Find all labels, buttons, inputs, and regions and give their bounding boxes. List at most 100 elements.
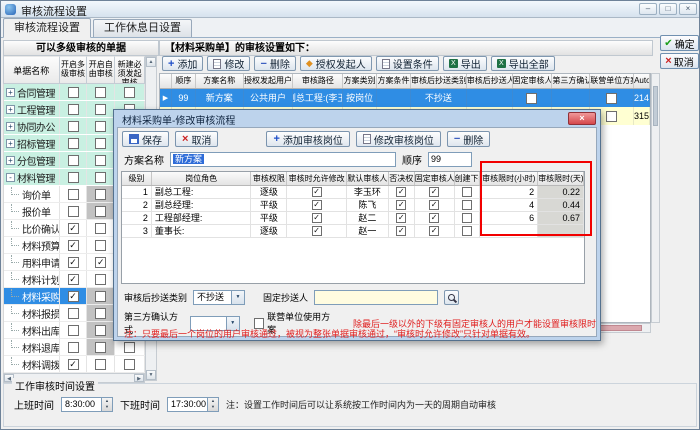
checkbox-icon[interactable] [462,226,472,236]
checkbox-icon[interactable] [124,87,135,98]
maximize-icon[interactable] [659,3,677,15]
checkbox-icon[interactable] [95,342,106,353]
checkbox-checked-icon[interactable]: ✓ [312,200,322,210]
checkbox-icon[interactable] [68,189,79,200]
expand-icon[interactable]: + [6,88,15,97]
scheme-name-input[interactable]: 新方案 [170,152,396,167]
save-button[interactable]: 保存 [122,131,169,147]
expand-icon[interactable]: + [6,105,15,114]
ok-button[interactable]: 确定 [660,35,699,51]
toolbar-edit-button[interactable]: 修改 [207,56,250,71]
toolbar-excel-button[interactable]: 导出全部 [491,56,555,71]
checkbox-icon[interactable] [95,223,106,234]
tree-row[interactable]: 材料调拨单✓ [4,356,145,373]
minimize-icon[interactable] [639,3,657,15]
toolbar-minus-button[interactable]: 删除 [254,56,295,71]
checkbox-icon[interactable] [68,87,79,98]
dialog-cancel-button[interactable]: 取消 [175,131,218,147]
checkbox-icon[interactable] [68,206,79,217]
checkbox-checked-icon[interactable]: ✓ [95,257,106,268]
checkbox-icon[interactable] [68,121,79,132]
checkbox-icon[interactable] [68,325,79,336]
checkbox-icon[interactable] [462,213,472,223]
checkbox-icon[interactable] [95,172,106,183]
checkbox-checked-icon[interactable]: ✓ [429,187,439,197]
table-row[interactable]: ▶99新方案公共用户副总工程:(李玉:按岗位不抄送214 [160,89,650,107]
toolbar-plus-button[interactable]: 添加 [162,56,203,71]
checkbox-checked-icon[interactable]: ✓ [68,359,79,370]
expand-icon[interactable]: + [6,156,15,165]
checkbox-checked-icon[interactable]: ✓ [68,291,79,302]
scroll-up-icon[interactable] [146,57,156,67]
expand-icon[interactable]: + [6,122,15,131]
checkbox-icon[interactable] [462,200,472,210]
tree-row[interactable]: +合同管理 [4,84,145,101]
checkbox-checked-icon[interactable]: ✓ [68,240,79,251]
table-vertical-scrollbar[interactable] [651,73,660,323]
checkbox-icon[interactable] [606,93,617,104]
checkbox-icon[interactable] [95,87,106,98]
delete-audit-post-button[interactable]: 删除 [447,131,490,147]
collapse-icon[interactable]: - [6,173,15,182]
checkbox-icon[interactable] [68,172,79,183]
checkbox-icon[interactable] [95,104,106,115]
checkbox-checked-icon[interactable]: ✓ [396,200,406,210]
scroll-down-icon[interactable] [146,370,156,380]
checkbox-checked-icon[interactable]: ✓ [312,226,322,236]
expand-icon[interactable]: + [6,139,15,148]
checkbox-checked-icon[interactable]: ✓ [396,187,406,197]
order-input[interactable]: 99 [428,152,472,167]
spinner-icon[interactable] [207,398,218,411]
checkbox-icon[interactable] [124,359,135,370]
checkbox-checked-icon[interactable]: ✓ [68,274,79,285]
toolbar-excel-button[interactable]: 导出 [443,56,487,71]
tree-row[interactable]: 材料退库单 [4,339,145,356]
tab-0[interactable]: 审核流程设置 [3,18,91,38]
checkbox-icon[interactable] [95,138,106,149]
checkbox-checked-icon[interactable]: ✓ [396,213,406,223]
checkbox-checked-icon[interactable]: ✓ [312,213,322,223]
checkbox-icon[interactable] [95,274,106,285]
checkbox-icon[interactable] [95,155,106,166]
checkbox-checked-icon[interactable]: ✓ [429,226,439,236]
checkbox-checked-icon[interactable]: ✓ [68,257,79,268]
checkbox-icon[interactable] [68,155,79,166]
close-icon[interactable] [679,3,697,15]
checkbox-icon[interactable] [526,93,537,104]
scrollbar-thumb[interactable] [653,86,658,126]
checkbox-icon[interactable] [95,189,106,200]
scroll-right-icon[interactable] [134,374,144,382]
fixed-cc-input[interactable] [314,290,438,305]
checkbox-icon[interactable] [124,342,135,353]
spinner-icon[interactable] [101,398,112,411]
checkbox-icon[interactable] [95,291,106,302]
scrollbar-thumb[interactable] [598,325,642,331]
checkbox-icon[interactable] [95,206,106,217]
toolbar-edit-button[interactable]: 设置条件 [376,56,439,71]
checkbox-icon[interactable] [95,359,106,370]
checkbox-icon[interactable] [68,308,79,319]
checkbox-icon[interactable] [68,342,79,353]
checkbox-icon[interactable] [68,138,79,149]
checkbox-icon[interactable] [462,187,472,197]
checkbox-checked-icon[interactable]: ✓ [429,200,439,210]
modify-audit-post-button[interactable]: 修改审核岗位 [356,131,441,147]
checkbox-icon[interactable] [95,325,106,336]
checkbox-icon[interactable] [606,111,617,122]
checkbox-checked-icon[interactable]: ✓ [429,213,439,223]
end-time-input[interactable]: 17:30:00 [167,397,219,412]
checkbox-checked-icon[interactable]: ✓ [396,226,406,236]
checkbox-checked-icon[interactable]: ✓ [312,187,322,197]
checkbox-checked-icon[interactable]: ✓ [68,223,79,234]
tab-1[interactable]: 工作休息日设置 [93,19,192,37]
checkbox-icon[interactable] [95,121,106,132]
checkbox-icon[interactable] [68,104,79,115]
dialog-close-icon[interactable] [568,112,596,125]
cancel-button[interactable]: 取消 [660,53,699,69]
toolbar-key-button[interactable]: 授权发起人 [300,56,372,71]
checkbox-icon[interactable] [95,240,106,251]
start-time-input[interactable]: 8:30:00 [61,397,113,412]
browse-person-button[interactable] [444,290,459,305]
cc-type-dropdown[interactable]: 不抄送 [193,290,245,305]
checkbox-icon[interactable] [95,308,106,319]
